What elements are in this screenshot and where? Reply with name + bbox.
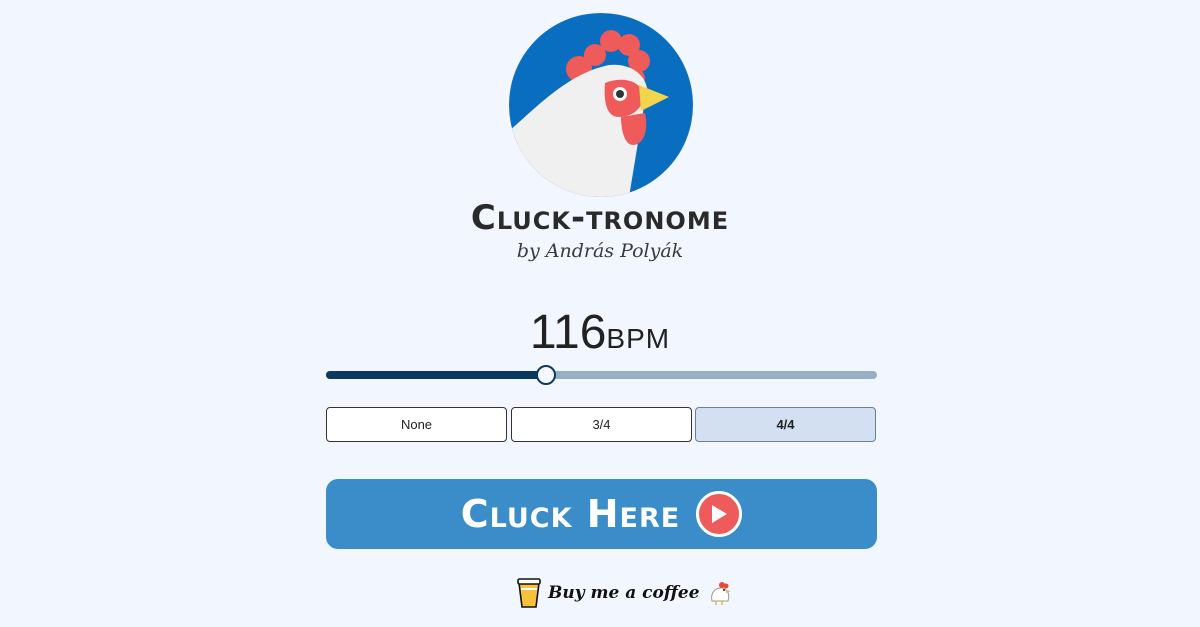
buy-me-a-coffee-label: Buy me a coffee [548,583,700,603]
chicken-icon [710,582,731,605]
time-signature-4-4[interactable]: 4/4 [695,407,876,442]
app-title: Cluck-tronome [470,198,730,238]
author-byline: by András Polyák [516,240,684,262]
buy-me-a-coffee-link[interactable]: Buy me a coffee [516,575,734,611]
slider-fill [326,371,547,379]
rooster-logo [509,13,693,197]
time-signature-3-4[interactable]: 3/4 [511,407,692,442]
cluck-here-label: Cluck Here [460,492,681,536]
cluck-here-button[interactable]: Cluck Here [326,479,877,549]
tempo-slider[interactable] [326,365,877,385]
tempo-value: 116 [529,306,607,359]
tempo-readout: 116BPM [0,305,1200,360]
tempo-unit: BPM [606,323,671,354]
slider-thumb[interactable] [536,365,557,385]
time-signature-none[interactable]: None [326,407,507,442]
play-icon [696,491,743,537]
coffee-cup-icon [517,578,541,608]
